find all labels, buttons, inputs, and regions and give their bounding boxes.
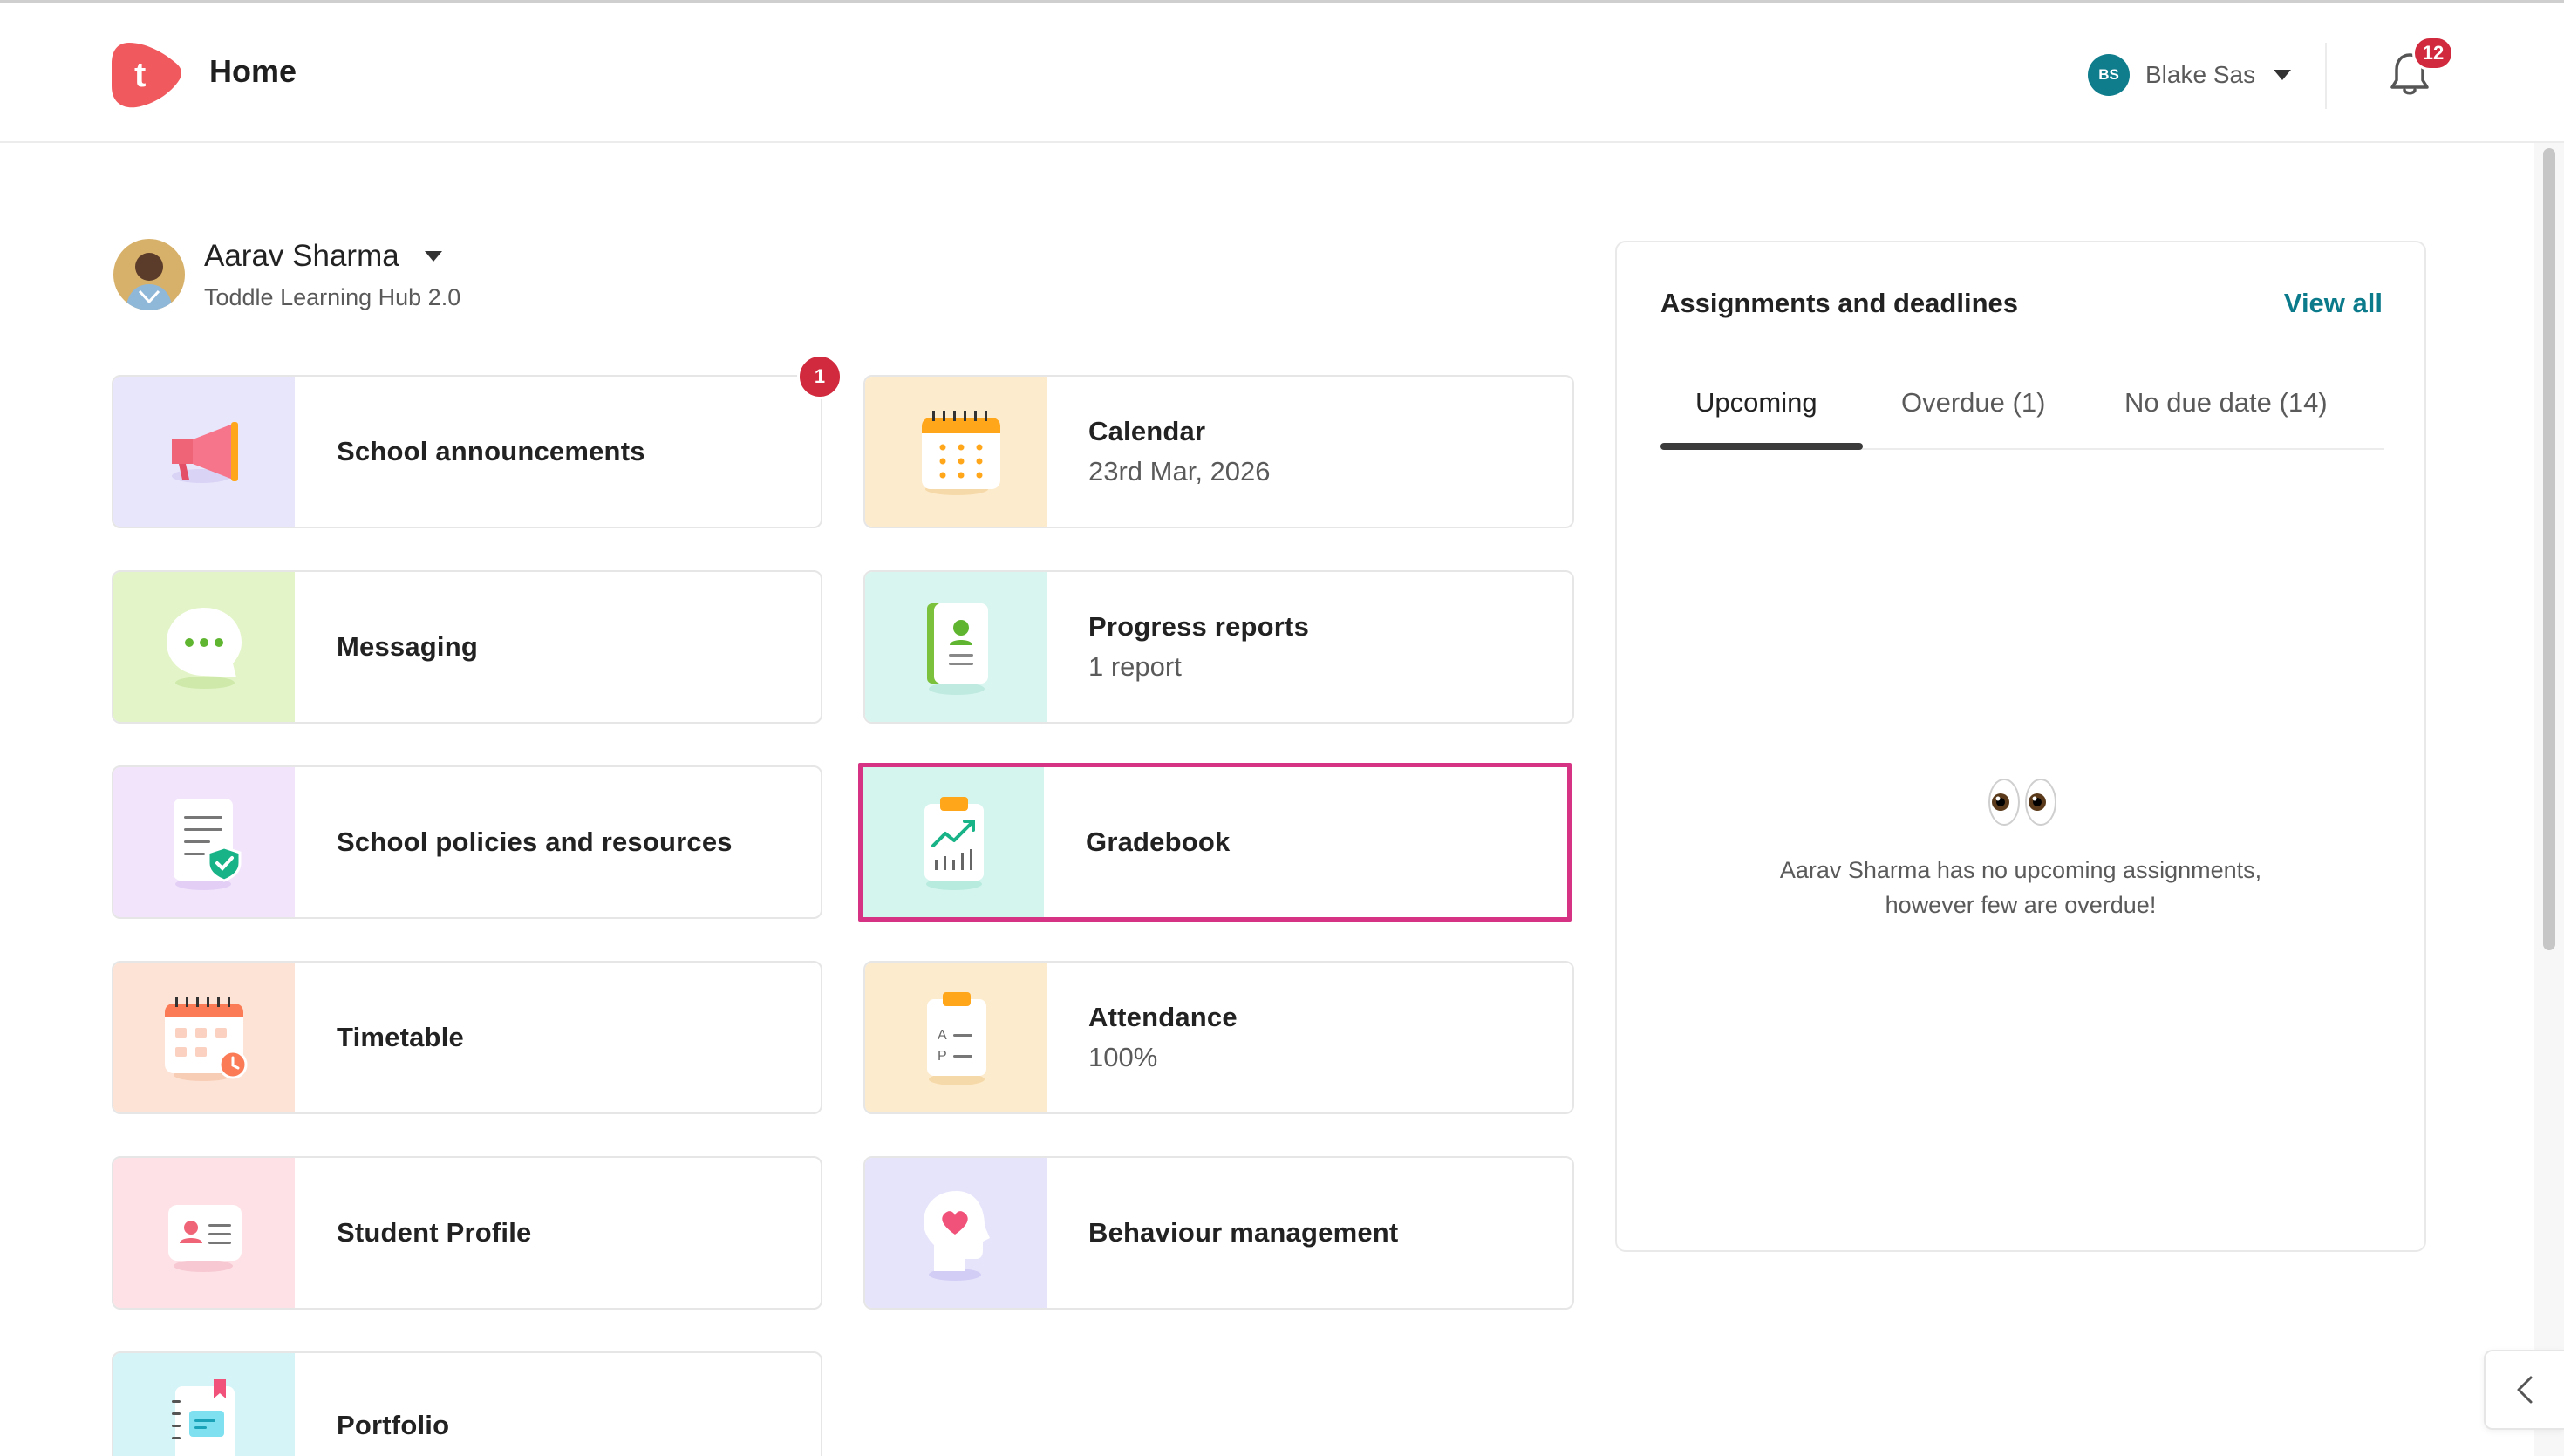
student-name: Aarav Sharma <box>204 239 399 273</box>
student-switcher[interactable]: Aarav Sharma Toddle Learning Hub 2.0 <box>113 239 460 311</box>
module-title: Messaging <box>337 631 479 662</box>
tab-no-due-date[interactable]: No due date (14) <box>2124 382 2328 450</box>
module-card-calendar[interactable]: Calendar 23rd Mar, 2026 <box>863 375 1574 528</box>
empty-state-line: however few are overdue! <box>1885 892 2157 918</box>
module-card-gradebook[interactable]: Gradebook <box>858 763 1572 922</box>
assignments-panel: Assignments and deadlines View all Upcom… <box>1615 241 2426 1252</box>
assignments-tabs: Upcoming Overdue (1) No due date (14) <box>1660 382 2384 450</box>
caret-down-icon <box>424 251 442 262</box>
calendar-icon <box>922 411 1000 495</box>
module-card-school-announcements[interactable]: School announcements <box>112 375 822 528</box>
top-bar: t Home BS Blake Sas 12 <box>0 0 2564 143</box>
empty-state-line: Aarav Sharma has no upcoming assignments… <box>1779 857 2262 883</box>
empty-state-message: Aarav Sharma has no upcoming assignments… <box>1617 853 2424 922</box>
module-title: Calendar <box>1088 416 1206 446</box>
header-divider <box>2325 43 2327 109</box>
active-tab-indicator <box>1660 443 1863 450</box>
module-card-behaviour-management[interactable]: Behaviour management <box>863 1156 1574 1310</box>
module-title: Portfolio <box>337 1410 450 1440</box>
module-title: Gradebook <box>1086 827 1231 857</box>
module-title: Attendance <box>1088 1002 1238 1032</box>
module-title: School policies and resources <box>337 827 733 857</box>
page-title: Home <box>209 53 297 89</box>
timetable-icon <box>165 997 248 1081</box>
report-book-icon <box>927 603 988 695</box>
module-card-portfolio[interactable]: Portfolio <box>112 1351 822 1456</box>
eyes-emoji-icon <box>1988 779 2056 826</box>
svg-text:t: t <box>134 56 146 94</box>
chevron-left-icon <box>2517 1376 2533 1404</box>
module-card-progress-reports[interactable]: Progress reports 1 report <box>863 570 1574 724</box>
module-subtitle: 23rd Mar, 2026 <box>1088 456 1271 486</box>
user-avatar: BS <box>2088 54 2130 96</box>
module-card-student-profile[interactable]: Student Profile <box>112 1156 822 1310</box>
head-heart-icon <box>924 1191 990 1281</box>
module-card-school-policies[interactable]: School policies and resources <box>112 765 822 919</box>
caret-down-icon <box>2274 70 2292 80</box>
student-avatar <box>113 239 185 310</box>
announcements-count-badge: 1 <box>797 354 842 399</box>
svg-text:A: A <box>938 1028 947 1043</box>
module-subtitle: 1 report <box>1088 651 1182 682</box>
view-all-link[interactable]: View all <box>2284 288 2383 319</box>
module-card-attendance[interactable]: A P Attendance 100% <box>863 961 1574 1114</box>
module-title: Student Profile <box>337 1217 532 1248</box>
module-title: Behaviour management <box>1088 1217 1399 1248</box>
module-subtitle: 100% <box>1088 1042 1158 1072</box>
side-panel-toggle-button[interactable] <box>2484 1350 2564 1430</box>
assignments-title: Assignments and deadlines <box>1660 288 2018 318</box>
chat-bubble-icon <box>167 608 242 689</box>
tab-upcoming[interactable]: Upcoming <box>1695 382 1817 450</box>
module-card-timetable[interactable]: Timetable <box>112 961 822 1114</box>
module-title: Progress reports <box>1088 611 1310 642</box>
student-school: Toddle Learning Hub 2.0 <box>204 284 461 310</box>
portfolio-notebook-icon <box>172 1379 235 1456</box>
megaphone-icon <box>172 422 238 483</box>
module-title: School announcements <box>337 436 645 466</box>
scrollbar-thumb[interactable] <box>2543 148 2555 950</box>
policy-document-icon <box>174 799 242 890</box>
attendance-clipboard-icon: A P <box>927 992 986 1085</box>
module-title: Timetable <box>337 1022 464 1052</box>
svg-text:P: P <box>938 1049 947 1064</box>
toddle-logo[interactable]: t <box>110 37 183 111</box>
notification-count-badge: 12 <box>2412 36 2454 71</box>
gradebook-chart-icon <box>924 797 984 890</box>
tab-overdue[interactable]: Overdue (1) <box>1901 382 2045 450</box>
id-card-icon <box>168 1205 242 1272</box>
module-card-messaging[interactable]: Messaging <box>112 570 822 724</box>
user-name: Blake Sas <box>2145 61 2256 88</box>
user-menu-dropdown[interactable]: BS Blake Sas <box>2088 53 2292 97</box>
